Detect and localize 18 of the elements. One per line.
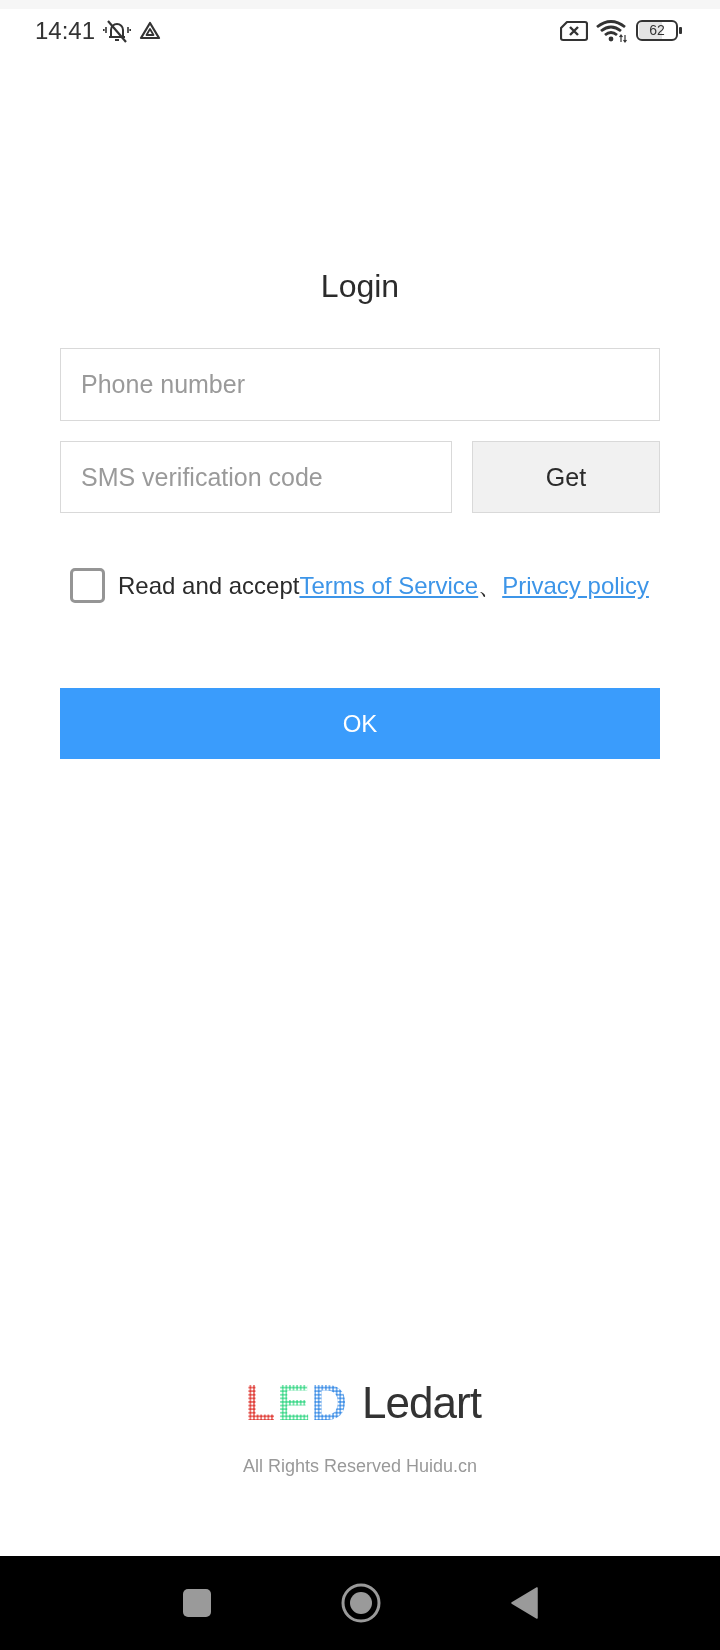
square-icon[interactable]: [182, 1589, 211, 1617]
wifi-icon: [596, 18, 628, 43]
app-name: Ledart: [362, 1377, 481, 1429]
phone-number-field[interactable]: Phone number: [60, 348, 660, 421]
status-time: 14:41: [35, 16, 96, 45]
policy-link[interactable]: Terms of Service: [299, 571, 479, 599]
ring-dot-icon[interactable]: [340, 1583, 381, 1623]
agreement-text: Read and acceptTerms of Service、Privacy policy: [118, 570, 649, 601]
ok-button[interactable]: OK: [60, 688, 660, 759]
sim-card-x-icon: [560, 19, 588, 42]
agreement-checkbox[interactable]: [70, 568, 105, 603]
nested-triangle-icon: [139, 20, 162, 41]
policy-link[interactable]: Privacy policy: [502, 571, 649, 599]
verification-code-field[interactable]: SMS verification code: [60, 441, 452, 513]
copyright-text: All Rights Reserved Huidu.cn: [242, 1455, 478, 1478]
get-code-button[interactable]: Get: [472, 441, 660, 513]
login-title: Login: [319, 267, 401, 306]
back-triangle-icon[interactable]: [510, 1587, 538, 1619]
